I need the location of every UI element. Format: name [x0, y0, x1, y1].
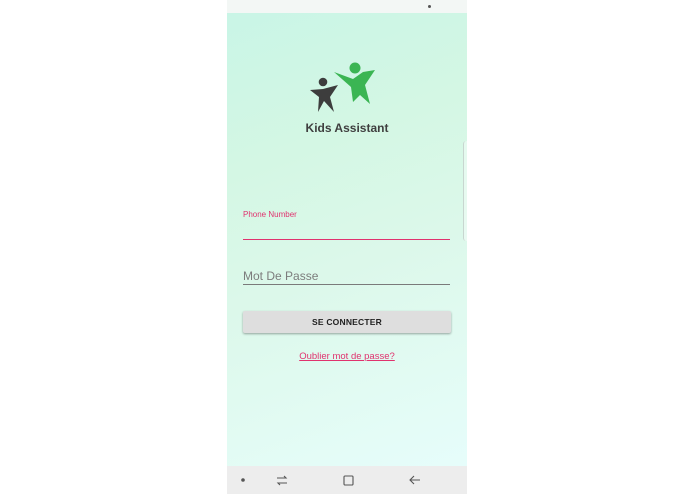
- home-icon[interactable]: [337, 466, 359, 494]
- login-screen: Kids Assistant Phone Number SE CONNECTER…: [227, 13, 467, 466]
- forgot-password-link[interactable]: Oublier mot de passe?: [227, 351, 467, 362]
- connect-button[interactable]: SE CONNECTER: [243, 311, 451, 333]
- phone-number-input[interactable]: [243, 221, 450, 240]
- app-title: Kids Assistant: [305, 121, 389, 135]
- recent-apps-icon[interactable]: [271, 466, 293, 494]
- back-icon[interactable]: [404, 466, 426, 494]
- phone-screen: Kids Assistant Phone Number SE CONNECTER…: [227, 0, 467, 494]
- navigation-bar: [227, 466, 467, 494]
- phone-number-label: Phone Number: [243, 210, 297, 219]
- password-input[interactable]: [243, 267, 450, 285]
- edge-panel-handle[interactable]: [463, 141, 467, 241]
- status-bar: [227, 0, 467, 13]
- status-indicator-icon: [428, 5, 431, 8]
- nav-dot-icon[interactable]: [235, 466, 251, 494]
- kids-logo-icon: [310, 62, 375, 112]
